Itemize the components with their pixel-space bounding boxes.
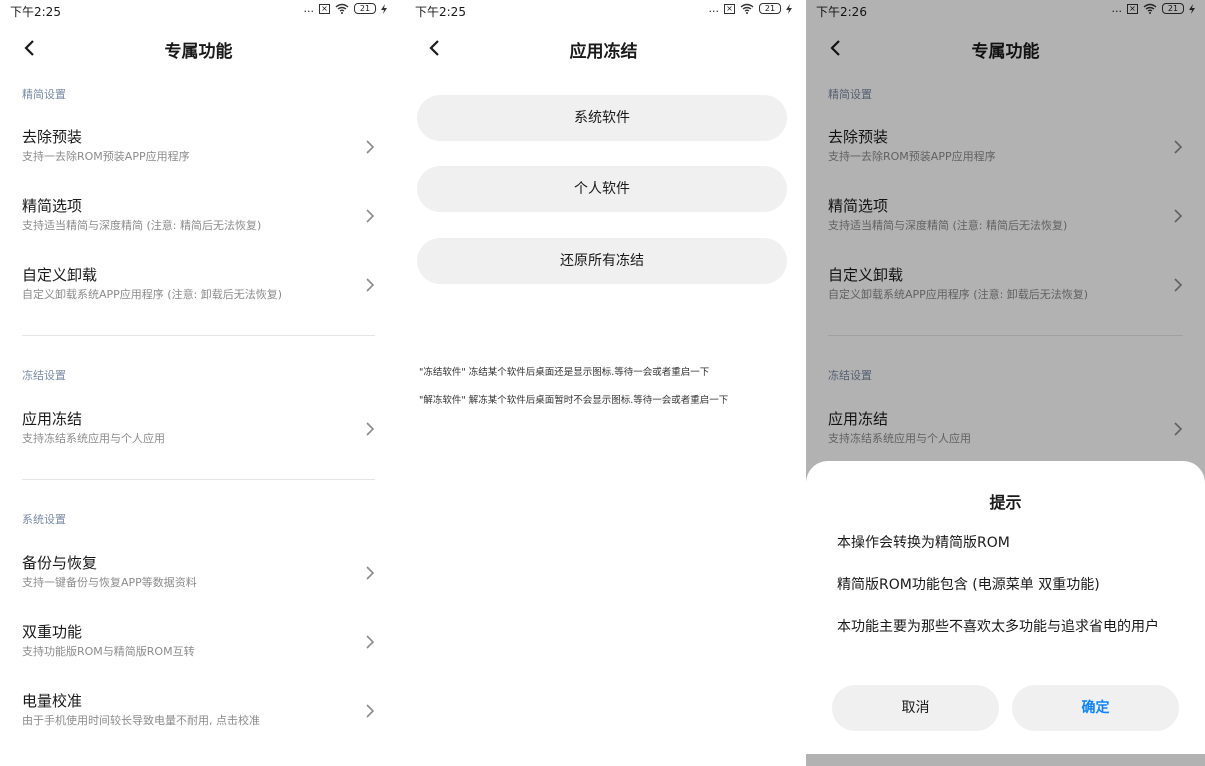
screen-exclusive-features: 下午2:25 ... × 21 专属功能 精简设置 去除预装 支持一去除ROM预…	[0, 0, 397, 766]
sim-icon: ×	[319, 3, 330, 14]
status-bar: 下午2:25 ... × 21	[405, 0, 802, 22]
chevron-right-icon	[366, 140, 375, 154]
battery-icon: 21	[354, 3, 376, 14]
item-desc: 支持一键备份与恢复APP等数据资料	[22, 576, 197, 589]
item-desc: 支持一去除ROM预装APP应用程序	[22, 150, 190, 163]
item-title: 自定义卸载	[22, 266, 98, 284]
chevron-right-icon	[366, 635, 375, 649]
item-desc: 自定义卸载系统APP应用程序 (注意: 卸载后无法恢复)	[22, 288, 283, 301]
status-time: 下午2:25	[10, 5, 61, 19]
divider	[22, 479, 375, 480]
item-desc: 支持适当精简与深度精简 (注意: 精简后无法恢复)	[22, 219, 262, 232]
list-item-backup-restore[interactable]: 备份与恢复 支持一键备份与恢复APP等数据资料	[0, 544, 397, 606]
item-title: 去除预装	[22, 128, 83, 146]
status-icons: ... × 21	[708, 2, 792, 15]
dialog-line: 本操作会转换为精简版ROM	[837, 535, 1010, 551]
wifi-icon	[740, 3, 754, 14]
section-label: 冻结设置	[22, 369, 66, 382]
status-time: 下午2:25	[415, 5, 466, 19]
sim-icon: ×	[724, 3, 735, 14]
battery-icon: 21	[759, 3, 781, 14]
chevron-right-icon	[366, 566, 375, 580]
charging-icon	[786, 3, 792, 14]
nav-bar: 应用冻结	[405, 28, 802, 68]
page-title: 应用冻结	[569, 42, 638, 62]
item-title: 应用冻结	[22, 410, 83, 428]
list-item-app-freeze[interactable]: 应用冻结 支持冻结系统应用与个人应用	[0, 400, 397, 462]
cancel-button[interactable]: 取消	[832, 685, 999, 731]
item-desc: 支持冻结系统应用与个人应用	[22, 432, 165, 445]
unfreeze-note: "解冻软件" 解冻某个软件后桌面暂时不会显示图标.等待一会或者重启一下	[419, 395, 729, 406]
chevron-right-icon	[366, 209, 375, 223]
list-item-remove-preinstall[interactable]: 去除预装 支持一去除ROM预装APP应用程序	[0, 118, 397, 180]
prompt-dialog: 提示 本操作会转换为精简版ROM 精简版ROM功能包含 (电源菜单 双重功能) …	[806, 461, 1205, 754]
page-title: 专属功能	[164, 42, 233, 62]
screen-exclusive-features-dialog: 下午2:26 ... × 21 专属功能 精简设置 去除预装 支持一去除ROM预…	[806, 0, 1205, 766]
item-desc: 支持功能版ROM与精简版ROM互转	[22, 645, 195, 658]
status-bar: 下午2:25 ... × 21	[0, 0, 397, 22]
list-item-battery-calibration[interactable]: 电量校准 由于手机使用时间较长导致电量不耐用, 点击校准	[0, 682, 397, 744]
confirm-button[interactable]: 确定	[1012, 685, 1179, 731]
system-apps-button[interactable]: 系统软件	[417, 95, 787, 141]
item-title: 备份与恢复	[22, 554, 98, 572]
status-icons: ... × 21	[303, 2, 387, 15]
list-item-dual-function[interactable]: 双重功能 支持功能版ROM与精简版ROM互转	[0, 613, 397, 675]
dialog-title: 提示	[989, 493, 1022, 512]
list-item-slim-options[interactable]: 精简选项 支持适当精简与深度精简 (注意: 精简后无法恢复)	[0, 187, 397, 249]
item-title: 精简选项	[22, 197, 83, 215]
nav-bar: 专属功能	[0, 28, 397, 68]
dialog-line: 精简版ROM功能包含 (电源菜单 双重功能)	[837, 577, 1100, 593]
chevron-right-icon	[366, 704, 375, 718]
chevron-right-icon	[366, 278, 375, 292]
more-dots-icon: ...	[708, 2, 720, 15]
item-desc: 由于手机使用时间较长导致电量不耐用, 点击校准	[22, 714, 260, 727]
charging-icon	[381, 3, 387, 14]
section-label: 系统设置	[22, 513, 66, 526]
chevron-right-icon	[366, 422, 375, 436]
item-title: 电量校准	[22, 692, 83, 710]
wifi-icon	[335, 3, 349, 14]
freeze-note: "冻结软件" 冻结某个软件后桌面还是显示图标.等待一会或者重启一下	[419, 367, 710, 378]
screen-app-freeze: 下午2:25 ... × 21 应用冻结 系统软件 个人软件 还原所有冻结 "冻…	[405, 0, 802, 766]
more-dots-icon: ...	[303, 2, 315, 15]
item-title: 双重功能	[22, 623, 83, 641]
divider	[22, 335, 375, 336]
list-item-custom-uninstall[interactable]: 自定义卸载 自定义卸载系统APP应用程序 (注意: 卸载后无法恢复)	[0, 256, 397, 318]
personal-apps-button[interactable]: 个人软件	[417, 166, 787, 212]
dialog-line: 本功能主要为那些不喜欢太多功能与追求省电的用户	[837, 619, 1159, 635]
restore-all-frozen-button[interactable]: 还原所有冻结	[417, 238, 787, 284]
section-label: 精简设置	[22, 88, 66, 101]
